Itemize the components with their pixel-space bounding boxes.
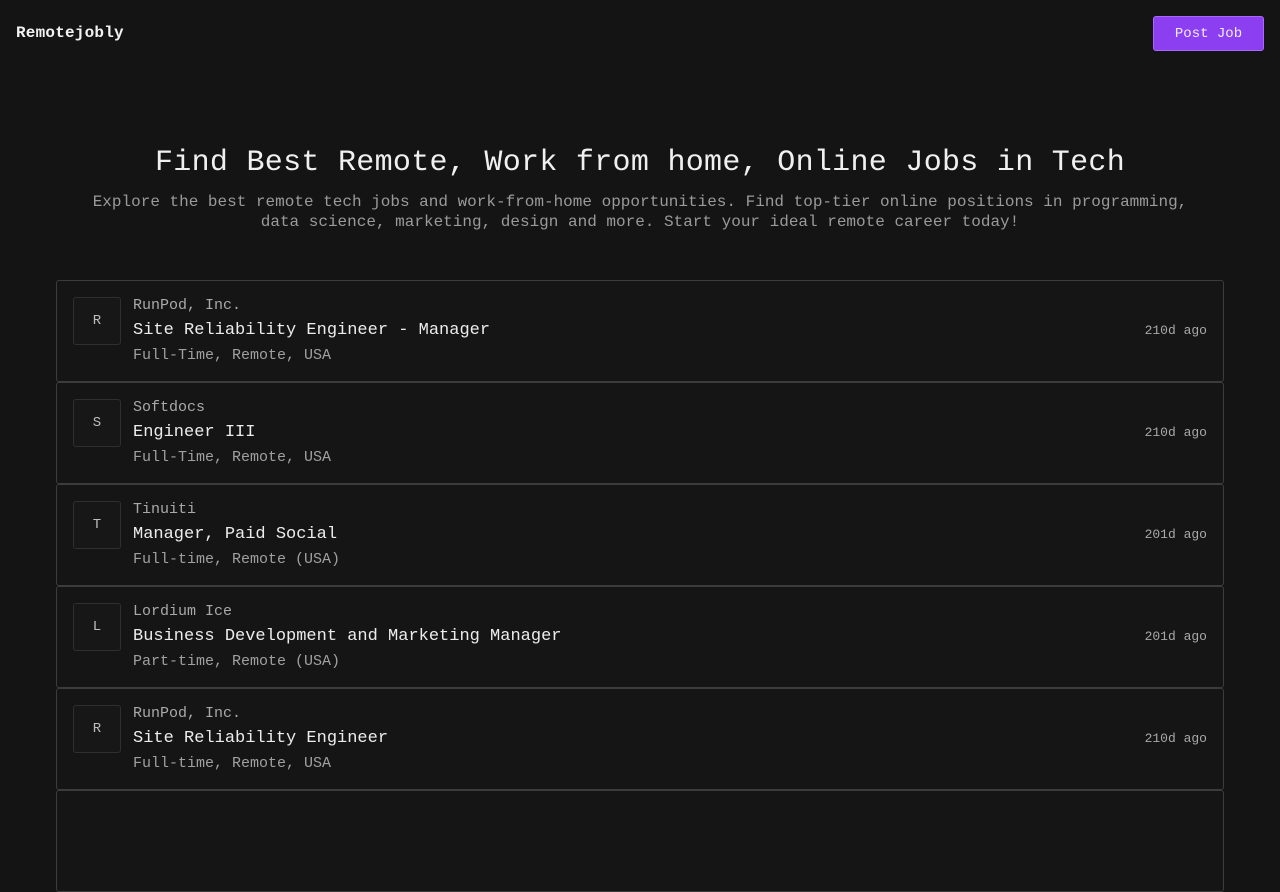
job-meta: Full-Time, Remote, USA (133, 449, 332, 466)
job-title[interactable]: Manager, Paid Social (133, 525, 337, 544)
post-job-button[interactable]: Post Job (1153, 16, 1264, 51)
job-list: R RunPod, Inc. Site Reliability Engineer… (56, 280, 1224, 892)
job-meta: Part-time, Remote (USA) (133, 653, 341, 670)
page-title: Find Best Remote, Work from home, Online… (154, 146, 1126, 180)
site-header: Remotejobly Post Job (0, 0, 1280, 68)
job-meta: Full-time, Remote (USA) (133, 551, 341, 568)
job-meta: Full-Time, Remote, USA (133, 347, 332, 364)
site-logo[interactable]: Remotejobly (16, 24, 124, 42)
posted-age: 201d ago (1144, 629, 1207, 644)
job-title[interactable]: Site Reliability Engineer (133, 729, 388, 748)
job-card[interactable]: T Tinuiti Manager, Paid Social Full-time… (56, 484, 1224, 586)
company-avatar: R (73, 297, 121, 345)
job-card[interactable]: R RunPod, Inc. Site Reliability Engineer… (56, 688, 1224, 790)
job-card[interactable]: L Lordium Ice Business Development and M… (56, 586, 1224, 688)
job-card[interactable]: S Softdocs Engineer III Full-Time, Remot… (56, 382, 1224, 484)
company-name: Lordium Ice (133, 603, 233, 620)
company-avatar: S (73, 399, 121, 447)
job-title[interactable]: Site Reliability Engineer - Manager (133, 321, 490, 340)
company-avatar: R (73, 705, 121, 753)
company-avatar: L (73, 603, 121, 651)
job-title[interactable]: Business Development and Marketing Manag… (133, 627, 561, 646)
posted-age: 210d ago (1144, 323, 1207, 338)
posted-age: 210d ago (1144, 425, 1207, 440)
company-name: RunPod, Inc. (133, 297, 242, 314)
company-name: Softdocs (133, 399, 206, 416)
page-subtitle: Explore the best remote tech jobs and wo… (92, 193, 1188, 231)
posted-age: 201d ago (1144, 527, 1207, 542)
job-title[interactable]: Engineer III (133, 423, 255, 442)
job-meta: Full-time, Remote, USA (133, 755, 332, 772)
job-card[interactable] (56, 790, 1224, 892)
job-card[interactable]: R RunPod, Inc. Site Reliability Engineer… (56, 280, 1224, 382)
company-name: RunPod, Inc. (133, 705, 242, 722)
posted-age: 210d ago (1144, 731, 1207, 746)
company-avatar: T (73, 501, 121, 549)
company-name: Tinuiti (133, 501, 197, 518)
